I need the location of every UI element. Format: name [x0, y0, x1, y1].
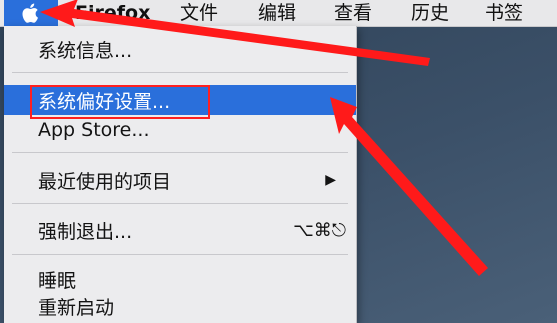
- annotation-arrows: [40, 0, 488, 276]
- annotation-arrow-to-system-preferences: [330, 97, 488, 276]
- annotation-arrow-to-apple-menu: [40, 0, 430, 66]
